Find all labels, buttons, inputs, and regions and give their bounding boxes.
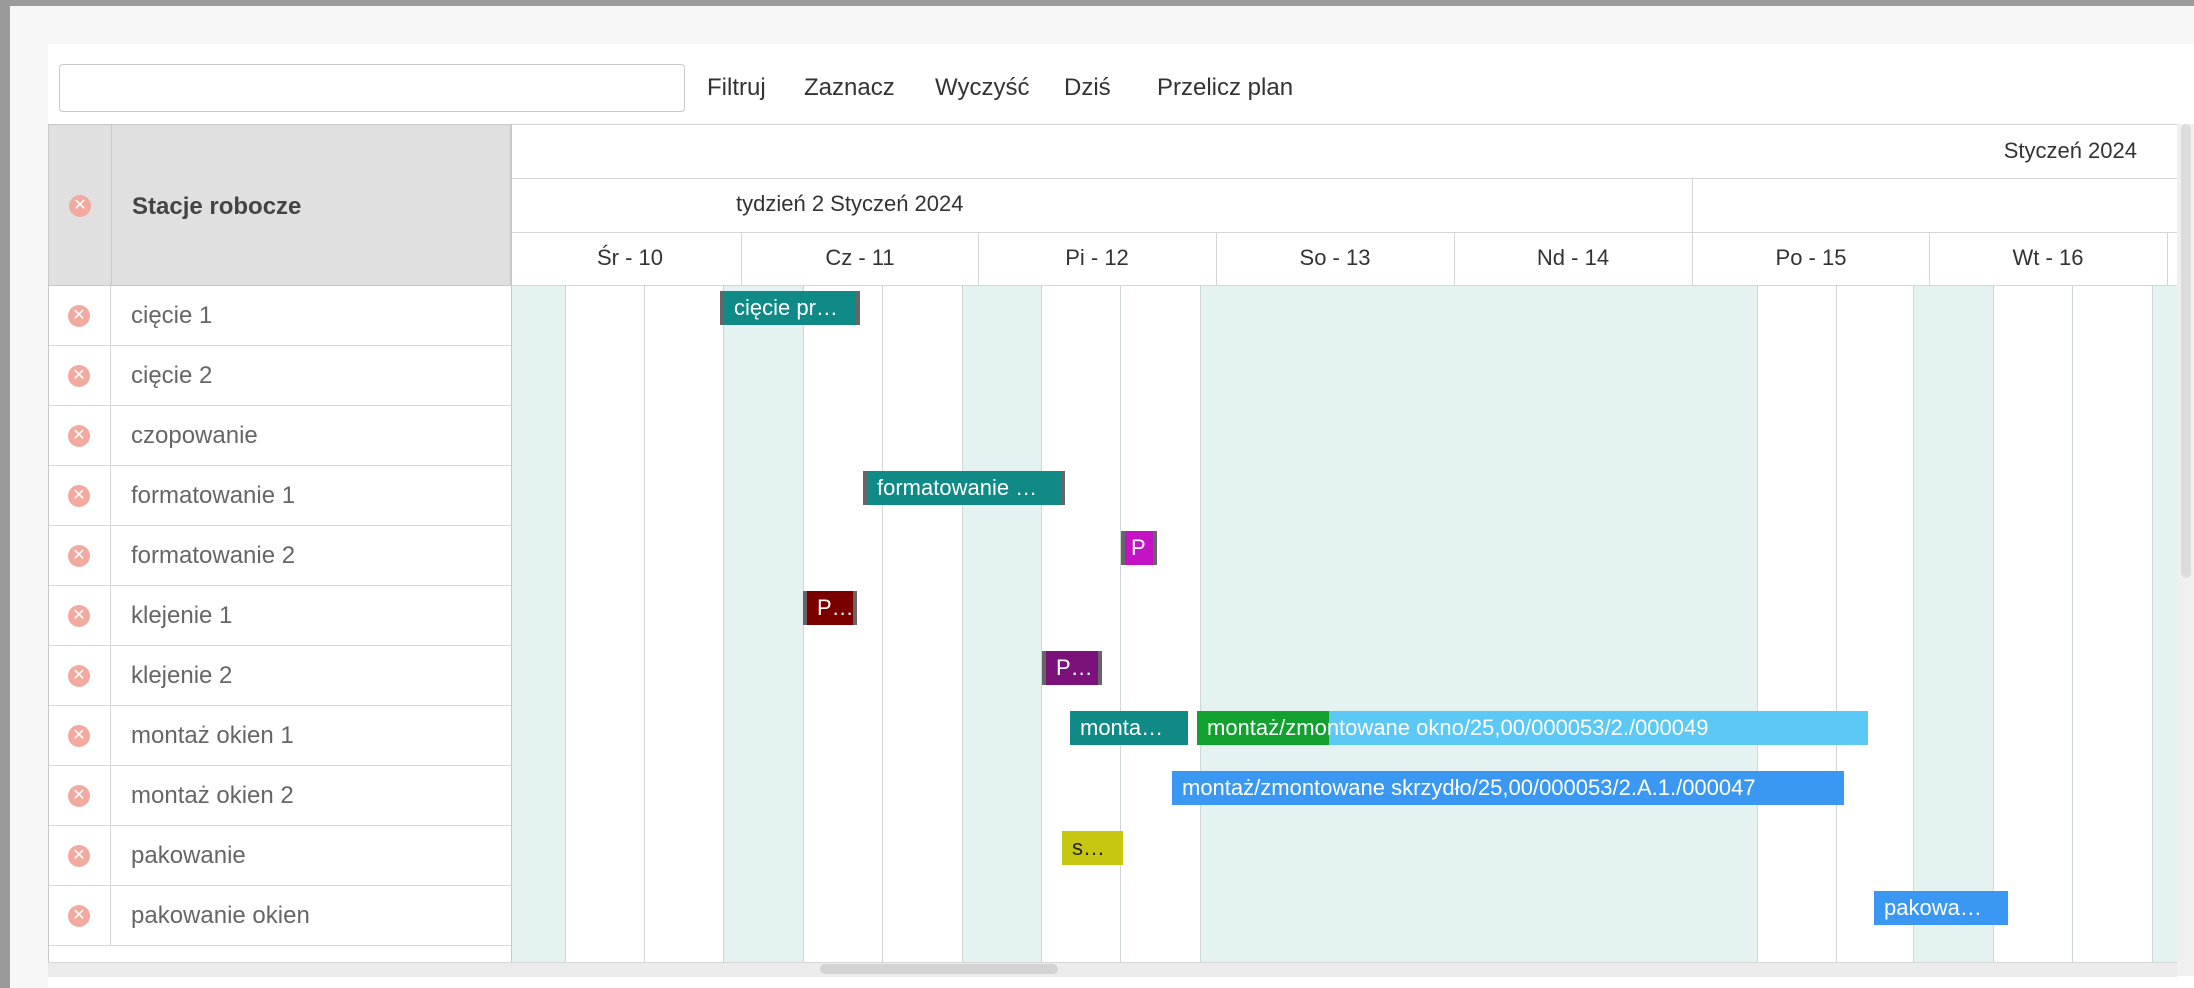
workstation-label: klejenie 2	[131, 662, 233, 689]
task-label: monta…	[1080, 715, 1164, 740]
workstations-column-title: Stacje robocze	[132, 193, 302, 220]
day-label: Wt - 16	[2012, 245, 2084, 270]
workstation-row[interactable]: ✕ montaż okien 1	[48, 706, 511, 766]
weekend-shading	[1200, 286, 1757, 962]
remove-row-icon[interactable]: ✕	[68, 665, 90, 687]
grid-left-border	[48, 286, 49, 962]
workstation-row[interactable]: ✕ klejenie 2	[48, 646, 511, 706]
day-label: Cz - 11	[825, 245, 895, 270]
workstation-row[interactable]: ✕ klejenie 1	[48, 586, 511, 646]
clear-button[interactable]: Wyczyść	[935, 70, 1029, 106]
task-label: formatowanie …	[877, 475, 1038, 500]
workstation-label: cięcie 1	[131, 302, 213, 329]
remove-row-icon[interactable]: ✕	[68, 605, 90, 627]
workstation-row[interactable]: ✕ pakowanie okien	[48, 886, 511, 946]
day-label: Nd - 14	[1536, 245, 1610, 270]
task-label: pakowa…	[1884, 895, 1982, 920]
task-bar[interactable]: s…	[1062, 831, 1123, 865]
task-label: P…	[1056, 655, 1093, 680]
workstation-label: czopowanie	[131, 422, 258, 449]
grid-header: ✕ Stacje robocze	[48, 124, 511, 287]
month-label: Styczeń 2024	[2003, 138, 2137, 163]
task-bar[interactable]: monta…	[1070, 711, 1188, 745]
remove-row-icon[interactable]: ✕	[68, 725, 90, 747]
off-hours-shading	[2152, 286, 2177, 962]
day-label: Śr - 10	[596, 245, 664, 270]
timeline-body: cięcie pr… formatowanie … P P… P… monta……	[512, 286, 2177, 962]
week-label: tydzień 2 Styczeń 2024	[736, 191, 964, 216]
select-button[interactable]: Zaznacz	[804, 70, 895, 106]
remove-all-icon[interactable]: ✕	[69, 195, 91, 217]
workstation-row[interactable]: ✕ pakowanie	[48, 826, 511, 886]
task-bar[interactable]: P	[1121, 531, 1157, 565]
filter-button[interactable]: Filtruj	[707, 70, 766, 106]
remove-row-icon[interactable]: ✕	[68, 785, 90, 807]
column-divider	[111, 125, 112, 287]
horizontal-scrollbar-thumb[interactable]	[820, 964, 1058, 974]
today-button[interactable]: Dziś	[1064, 70, 1111, 106]
workstation-label: cięcie 2	[131, 362, 213, 389]
workstation-label: formatowanie 1	[131, 482, 296, 509]
remove-row-icon[interactable]: ✕	[68, 305, 90, 327]
remove-row-icon[interactable]: ✕	[68, 905, 90, 927]
remove-row-icon[interactable]: ✕	[68, 425, 90, 447]
task-label: cięcie pr…	[734, 295, 838, 320]
search-input[interactable]	[59, 64, 685, 112]
workstation-row[interactable]: ✕ formatowanie 1	[48, 466, 511, 526]
day-label: Pi - 12	[1065, 245, 1129, 270]
horizontal-scrollbar[interactable]	[48, 962, 2177, 977]
workstation-row[interactable]: ✕ cięcie 2	[48, 346, 511, 406]
off-hours-shading	[962, 286, 1042, 962]
task-bar[interactable]: P…	[803, 591, 857, 625]
task-label: P	[1131, 535, 1146, 560]
task-bar[interactable]: montaż/zmontowane okno/25,00/000053/2./0…	[1197, 711, 1868, 745]
vertical-scrollbar-thumb[interactable]	[2181, 124, 2191, 578]
remove-row-icon[interactable]: ✕	[68, 485, 90, 507]
off-hours-shading	[512, 286, 565, 962]
workstation-label: pakowanie okien	[131, 902, 310, 929]
gantt-chart: ✕ Stacje robocze ✕ cięcie 1 ✕ cięcie 2 ✕…	[48, 124, 2194, 977]
task-label: montaż/zmontowane skrzydło/25,00/000053/…	[1182, 775, 1756, 800]
remove-row-icon[interactable]: ✕	[68, 845, 90, 867]
off-hours-shading	[723, 286, 804, 962]
task-label: montaż/zmontowane okno/25,00/000053/2./0…	[1207, 715, 1709, 740]
workstation-label: montaż okien 1	[131, 722, 294, 749]
workstation-label: klejenie 1	[131, 602, 233, 629]
task-label: s…	[1072, 835, 1105, 860]
workstation-row[interactable]: ✕ czopowanie	[48, 406, 511, 466]
task-bar[interactable]: P…	[1042, 651, 1102, 685]
workstation-row[interactable]: ✕ cięcie 1	[48, 286, 511, 346]
recalculate-plan-button[interactable]: Przelicz plan	[1157, 70, 1293, 106]
day-label: So - 13	[1299, 245, 1371, 270]
workstation-label: pakowanie	[131, 842, 246, 869]
timeline-header: Styczeń 2024 tydzień 2 Styczeń 2024 Śr -…	[512, 124, 2177, 286]
day-label: Po - 15	[1775, 245, 1847, 270]
remove-row-icon[interactable]: ✕	[68, 545, 90, 567]
workstation-row[interactable]: ✕ formatowanie 2	[48, 526, 511, 586]
workstation-label: formatowanie 2	[131, 542, 296, 569]
workstation-row[interactable]: ✕ montaż okien 2	[48, 766, 511, 826]
task-bar[interactable]: cięcie pr…	[720, 291, 860, 325]
off-hours-shading	[1913, 286, 1993, 962]
remove-row-icon[interactable]: ✕	[68, 365, 90, 387]
task-bar[interactable]: montaż/zmontowane skrzydło/25,00/000053/…	[1172, 771, 1844, 805]
workstation-label: montaż okien 2	[131, 782, 294, 809]
task-bar[interactable]: pakowa…	[1874, 891, 2008, 925]
task-bar[interactable]: formatowanie …	[863, 471, 1065, 505]
task-label: P…	[817, 595, 854, 620]
